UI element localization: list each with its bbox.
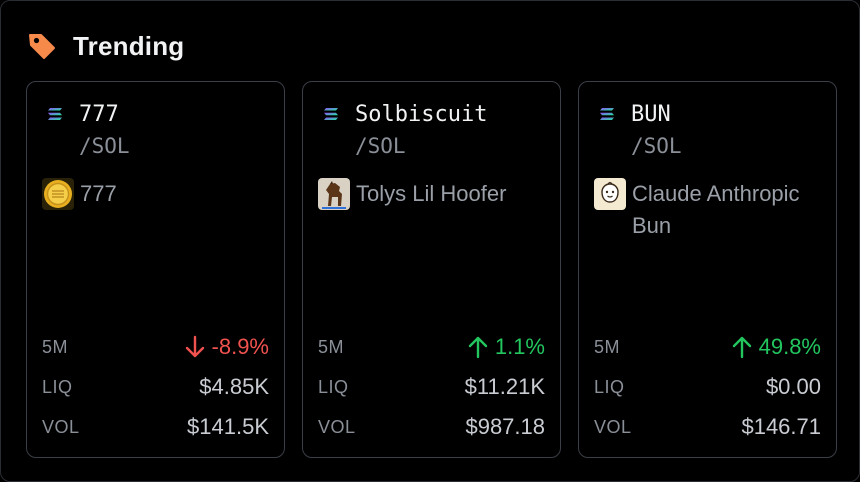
change-percent: 1.1%: [494, 334, 545, 359]
pair-quote: /SOL: [355, 134, 406, 158]
change-label: 5M: [318, 336, 345, 357]
volume-value: $146.71: [741, 414, 821, 439]
liquidity-value: $11.21K: [464, 374, 545, 399]
gold-coin-icon: [42, 178, 74, 210]
trending-card-solbiscuit[interactable]: Solbiscuit /SOL Tolys Lil Hoofer 5M 1.1%…: [302, 81, 561, 458]
change-value: 1.1%: [467, 334, 545, 360]
volume-label: VOL: [594, 416, 632, 437]
trending-card-777[interactable]: 777 /SOL 777 5M -8.9% LIQ $4.85K VOL $14…: [26, 81, 285, 458]
liquidity-row: LIQ $4.85K: [42, 374, 269, 400]
liquidity-label: LIQ: [42, 376, 73, 397]
pair-symbol: BUN: [631, 102, 671, 127]
pair-row: BUN /SOL: [599, 100, 682, 162]
bun-mascot-icon: [594, 178, 626, 210]
pair-symbol: Solbiscuit: [355, 102, 488, 127]
liquidity-row: LIQ $0.00: [594, 374, 821, 400]
change-row: 5M 49.8%: [594, 334, 821, 360]
token-name: Tolys Lil Hoofer: [356, 181, 507, 206]
token-name: Claude Anthropic Bun: [632, 181, 800, 238]
liquidity-label: LIQ: [594, 376, 625, 397]
pair-quote: /SOL: [79, 134, 130, 158]
volume-label: VOL: [42, 416, 80, 437]
volume-row: VOL $987.18: [318, 414, 545, 440]
arrow-up-icon: [732, 336, 751, 359]
volume-value: $987.18: [465, 414, 545, 439]
change-value: -8.9%: [184, 334, 269, 360]
solana-icon: [600, 108, 614, 120]
token-row: Tolys Lil Hoofer: [318, 178, 553, 210]
liquidity-label: LIQ: [318, 376, 349, 397]
pair-quote: /SOL: [631, 134, 682, 158]
volume-label: VOL: [318, 416, 356, 437]
trending-panel: Trending 777 /SOL 777 5M -8.9% LIQ $4.85…: [0, 0, 860, 482]
horse-icon: [318, 178, 350, 210]
change-row: 5M 1.1%: [318, 334, 545, 360]
arrow-up-icon: [468, 336, 488, 359]
tag-icon: [29, 34, 55, 59]
token-row: 777: [42, 178, 277, 210]
liquidity-value: $0.00: [765, 374, 821, 399]
volume-row: VOL $146.71: [594, 414, 821, 440]
trending-card-bun[interactable]: BUN /SOL Claude Anthropic Bun 5M 49.8% L…: [578, 81, 837, 458]
liquidity-value: $4.85K: [199, 374, 269, 399]
pair-symbol: 777: [79, 102, 119, 127]
token-row: Claude Anthropic Bun: [594, 178, 829, 242]
pair-row: Solbiscuit /SOL: [323, 100, 487, 162]
token-name: 777: [80, 181, 117, 206]
change-percent: 49.8%: [758, 334, 821, 359]
volume-value: $141.5K: [187, 414, 269, 439]
change-value: 49.8%: [731, 334, 821, 360]
volume-row: VOL $141.5K: [42, 414, 269, 440]
liquidity-row: LIQ $11.21K: [318, 374, 545, 400]
pair-row: 777 /SOL: [47, 100, 130, 162]
change-label: 5M: [594, 336, 621, 357]
solana-icon: [324, 108, 338, 120]
arrow-down-icon: [185, 335, 204, 358]
section-title: Trending: [73, 30, 185, 61]
trending-header: Trending: [27, 29, 184, 63]
change-row: 5M -8.9%: [42, 334, 269, 360]
change-label: 5M: [42, 336, 69, 357]
solana-icon: [48, 108, 62, 120]
change-percent: -8.9%: [211, 334, 269, 359]
